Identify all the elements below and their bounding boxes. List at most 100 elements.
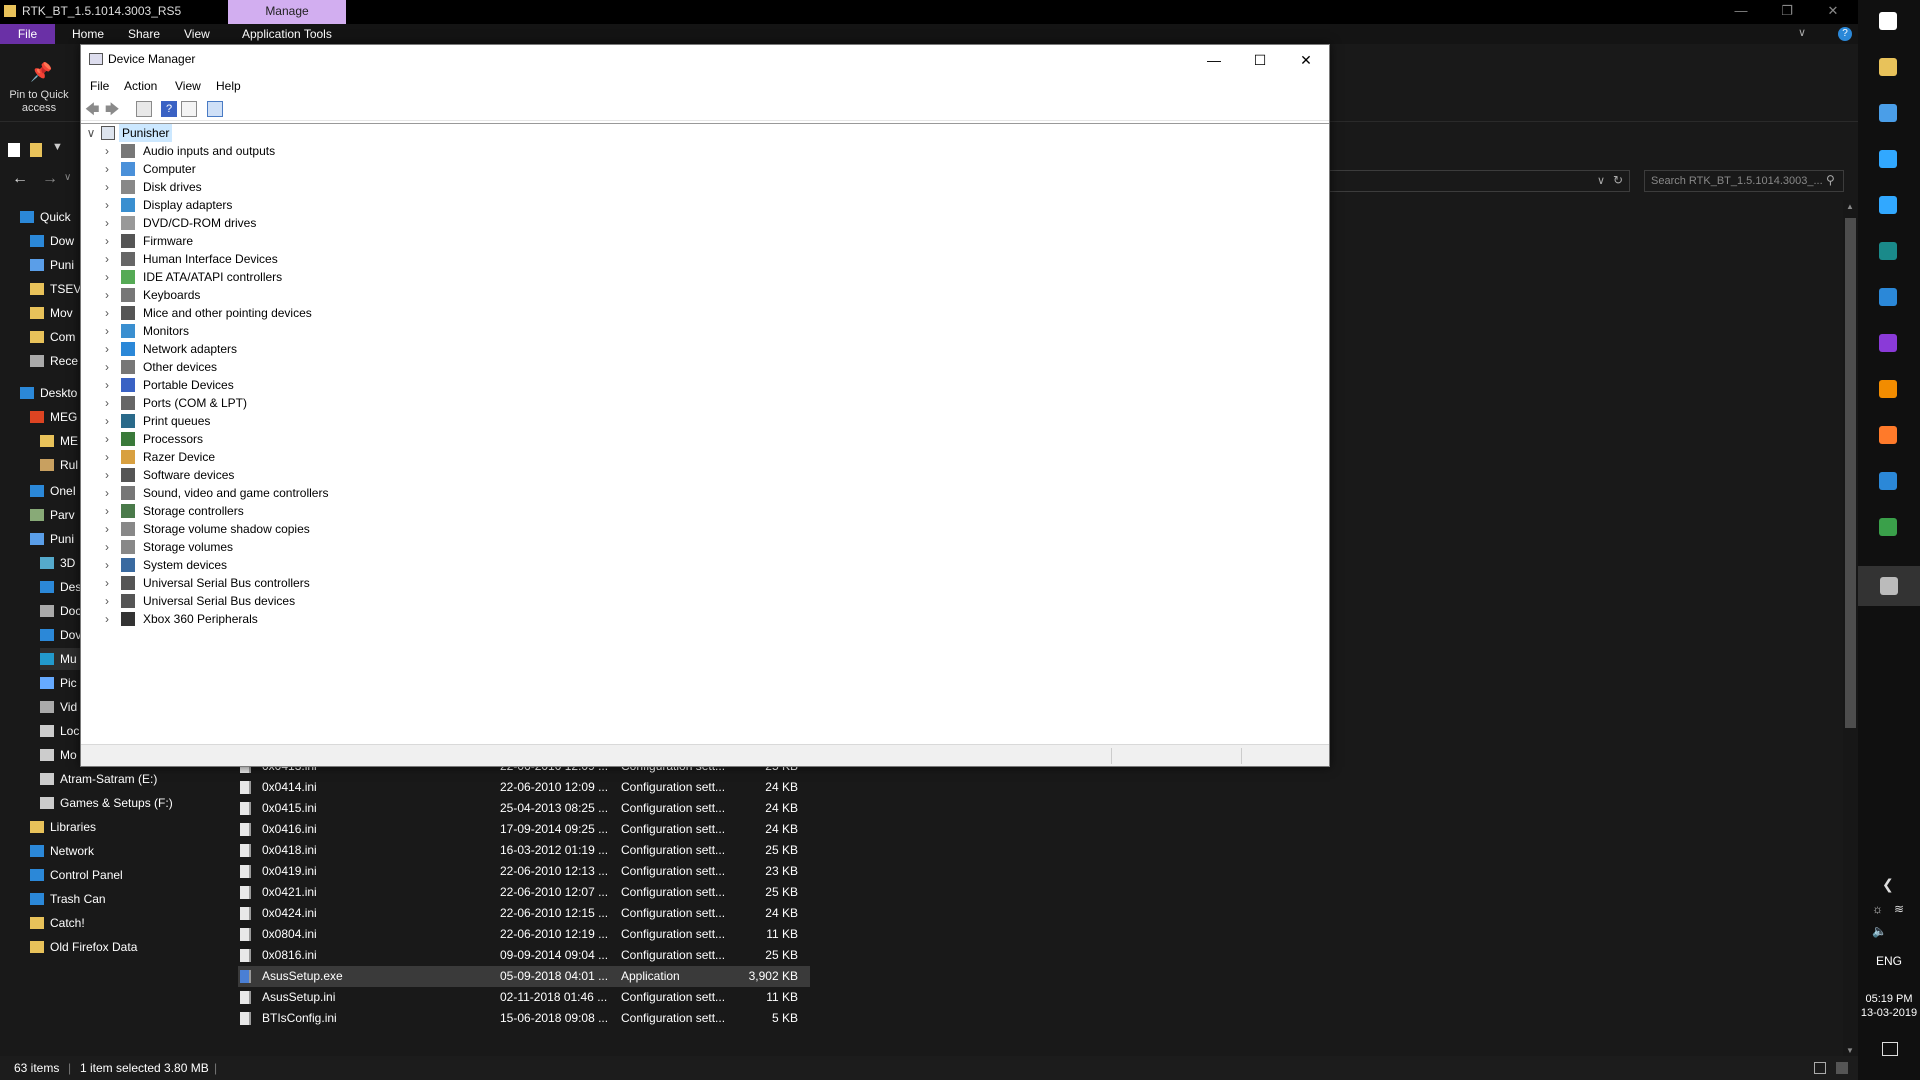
- chevron-down-icon[interactable]: ∨: [1597, 174, 1605, 187]
- chevron-right-icon[interactable]: ›: [101, 538, 113, 556]
- chevron-right-icon[interactable]: ›: [101, 520, 113, 538]
- chevron-down-icon[interactable]: ∨: [85, 124, 97, 142]
- chevron-down-icon[interactable]: ∨: [1798, 26, 1806, 39]
- file-row[interactable]: 0x0415.ini 25-04-2013 08:25 ... Configurat…: [238, 798, 810, 819]
- chevron-left-icon[interactable]: ❮: [1882, 876, 1894, 893]
- nav-item[interactable]: Deskto: [20, 382, 77, 404]
- recent-locations-icon[interactable]: ∨: [64, 172, 71, 183]
- file-row[interactable]: 0x0816.ini 09-09-2014 09:04 ... Configurat…: [238, 945, 810, 966]
- tree-category[interactable]: › Xbox 360 Peripherals: [81, 610, 401, 628]
- headphones-icon[interactable]: [1873, 466, 1903, 496]
- nav-item[interactable]: OneI: [30, 480, 76, 502]
- new-folder-icon[interactable]: [30, 143, 42, 157]
- nav-item[interactable]: Old Firefox Data: [30, 936, 137, 958]
- search-input[interactable]: Search RTK_BT_1.5.1014.3003_...: [1644, 170, 1844, 192]
- photoshop-icon[interactable]: [1873, 144, 1903, 174]
- close-button[interactable]: ✕: [1810, 0, 1856, 24]
- nav-item[interactable]: Des: [40, 576, 81, 598]
- chevron-right-icon[interactable]: ›: [101, 286, 113, 304]
- chevron-right-icon[interactable]: ›: [101, 268, 113, 286]
- nav-item[interactable]: Puni: [30, 528, 74, 550]
- tree-category[interactable]: › DVD/CD-ROM drives: [81, 214, 401, 232]
- tree-category[interactable]: › Computer: [81, 160, 401, 178]
- tree-category[interactable]: › Storage controllers: [81, 502, 401, 520]
- nav-item[interactable]: Atram-Satram (E:): [40, 768, 157, 790]
- file-row[interactable]: BTIsConfig.ini 15-06-2018 09:08 ... Config…: [238, 1008, 810, 1029]
- nav-item[interactable]: Com: [30, 326, 75, 348]
- device-manager-icon[interactable]: [1858, 566, 1920, 606]
- restore-button[interactable]: ❐: [1764, 0, 1810, 24]
- nav-item[interactable]: Libraries: [30, 816, 96, 838]
- tab-share[interactable]: Share: [114, 24, 174, 44]
- language-indicator[interactable]: ENG: [1858, 954, 1920, 968]
- pin-to-quick-access-button[interactable]: Pin to Quick access: [2, 89, 76, 115]
- app-icon[interactable]: [1873, 328, 1903, 358]
- file-row[interactable]: 0x0414.ini 22-06-2010 12:09 ... Configurat…: [238, 777, 810, 798]
- tree-category[interactable]: › Software devices: [81, 466, 401, 484]
- view-icon[interactable]: [181, 101, 197, 117]
- chevron-right-icon[interactable]: ›: [101, 502, 113, 520]
- tab-home[interactable]: Home: [58, 24, 118, 44]
- chevron-right-icon[interactable]: ›: [101, 448, 113, 466]
- maximize-button[interactable]: ☐: [1237, 45, 1283, 75]
- nav-item[interactable]: Pic: [40, 672, 77, 694]
- minimize-button[interactable]: —: [1191, 45, 1237, 75]
- help-icon[interactable]: ?: [161, 101, 177, 117]
- tree-category[interactable]: › Razer Device: [81, 448, 401, 466]
- file-row[interactable]: 0x0416.ini 17-09-2014 09:25 ... Configurat…: [238, 819, 810, 840]
- properties-icon[interactable]: [136, 101, 152, 117]
- chevron-right-icon[interactable]: ›: [101, 394, 113, 412]
- close-button[interactable]: ✕: [1283, 45, 1329, 75]
- nav-item[interactable]: Mov: [30, 302, 73, 324]
- file-explorer-icon[interactable]: [1873, 52, 1903, 82]
- chevron-right-icon[interactable]: ›: [101, 592, 113, 610]
- nav-item[interactable]: Loc: [40, 720, 79, 742]
- nav-item[interactable]: Trash Can: [30, 888, 106, 910]
- menu-view[interactable]: View: [175, 75, 201, 97]
- nav-item[interactable]: Mo: [40, 744, 77, 766]
- chevron-right-icon[interactable]: ›: [101, 160, 113, 178]
- chevron-right-icon[interactable]: ›: [101, 484, 113, 502]
- chevron-right-icon[interactable]: ›: [101, 466, 113, 484]
- chevron-right-icon[interactable]: ›: [101, 142, 113, 160]
- tab-application-tools[interactable]: Application Tools: [228, 24, 346, 44]
- scan-hardware-icon[interactable]: [207, 101, 223, 117]
- tree-category[interactable]: › Portable Devices: [81, 376, 401, 394]
- customize-toolbar-icon[interactable]: ▼: [52, 141, 63, 153]
- help-icon[interactable]: ?: [1838, 27, 1852, 41]
- menu-action[interactable]: Action: [124, 75, 157, 97]
- tree-category[interactable]: › Mice and other pointing devices: [81, 304, 401, 322]
- manage-contextual-tab[interactable]: Manage: [228, 0, 346, 24]
- tree-category[interactable]: › Disk drives: [81, 178, 401, 196]
- nav-item[interactable]: MEG: [30, 406, 77, 428]
- chevron-right-icon[interactable]: ›: [101, 376, 113, 394]
- chevron-right-icon[interactable]: ›: [101, 250, 113, 268]
- nav-item[interactable]: Network: [30, 840, 94, 862]
- chevron-right-icon[interactable]: ›: [101, 556, 113, 574]
- file-row[interactable]: 0x0418.ini 16-03-2012 01:19 ... Configurat…: [238, 840, 810, 861]
- app-icon[interactable]: [1873, 236, 1903, 266]
- tree-category[interactable]: › Keyboards: [81, 286, 401, 304]
- scroll-down-icon[interactable]: ▼: [1846, 1046, 1854, 1055]
- nav-item[interactable]: Dow: [30, 230, 74, 252]
- tree-category[interactable]: › Human Interface Devices: [81, 250, 401, 268]
- wifi-icon[interactable]: ≋: [1894, 902, 1904, 916]
- windows-icon[interactable]: [1873, 6, 1903, 36]
- nav-item[interactable]: Rul: [40, 454, 78, 476]
- back-arrow-icon[interactable]: ←: [12, 170, 28, 188]
- chevron-right-icon[interactable]: ›: [101, 178, 113, 196]
- nav-item[interactable]: Dov: [40, 624, 81, 646]
- file-row[interactable]: 0x0421.ini 22-06-2010 12:07 ... Configurat…: [238, 882, 810, 903]
- nav-item[interactable]: Control Panel: [30, 864, 123, 886]
- tree-category[interactable]: › Firmware: [81, 232, 401, 250]
- nav-item[interactable]: Doc: [40, 600, 81, 622]
- nav-item[interactable]: TSEV: [30, 278, 81, 300]
- tree-category[interactable]: › Other devices: [81, 358, 401, 376]
- chevron-right-icon[interactable]: ›: [101, 358, 113, 376]
- vlc-icon[interactable]: [1873, 374, 1903, 404]
- tree-category[interactable]: › IDE ATA/ATAPI controllers: [81, 268, 401, 286]
- tree-category[interactable]: › Processors: [81, 430, 401, 448]
- app-icon[interactable]: [1873, 512, 1903, 542]
- tree-category[interactable]: › Storage volume shadow copies: [81, 520, 401, 538]
- forward-arrow-icon[interactable]: 🡆: [105, 101, 121, 117]
